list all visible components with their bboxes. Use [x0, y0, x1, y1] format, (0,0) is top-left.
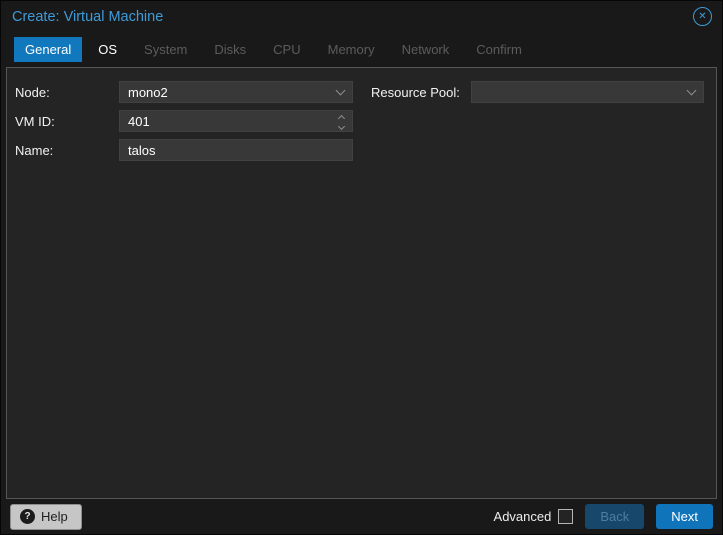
back-button[interactable]: Back — [585, 504, 644, 529]
tab-disks: Disks — [203, 37, 257, 62]
spinner-icons[interactable] — [339, 111, 344, 131]
resource-pool-row: Resource Pool: — [355, 81, 716, 103]
tab-general[interactable]: General — [14, 37, 82, 62]
resource-pool-input[interactable] — [472, 82, 703, 102]
general-form: Node: VM ID: — [7, 68, 716, 168]
name-textfield[interactable] — [119, 139, 353, 161]
dialog-title: Create: Virtual Machine — [12, 9, 163, 25]
name-input[interactable] — [120, 140, 352, 160]
chevron-down-icon[interactable] — [337, 87, 344, 94]
vmid-input[interactable] — [120, 111, 352, 131]
name-row: Name: — [7, 139, 355, 161]
node-label: Node: — [15, 85, 119, 100]
dialog-titlebar: Create: Virtual Machine ✕ — [1, 1, 722, 32]
general-panel: Node: VM ID: — [6, 67, 717, 499]
node-input[interactable] — [120, 82, 352, 102]
advanced-label: Advanced — [494, 509, 552, 524]
vmid-row: VM ID: — [7, 110, 355, 132]
tab-memory: Memory — [317, 37, 386, 62]
close-x-glyph: ✕ — [698, 12, 706, 22]
vmid-label: VM ID: — [15, 114, 119, 129]
form-left-column: Node: VM ID: — [7, 81, 355, 168]
tab-confirm: Confirm — [465, 37, 533, 62]
vmid-spinner[interactable] — [119, 110, 353, 132]
help-button-label: Help — [41, 509, 68, 524]
advanced-checkbox[interactable] — [558, 509, 573, 524]
wizard-tabbar: General OS System Disks CPU Memory Netwo… — [1, 32, 722, 67]
name-label: Name: — [15, 143, 119, 158]
help-question-glyph: ? — [24, 511, 30, 522]
create-vm-dialog: Create: Virtual Machine ✕ General OS Sys… — [0, 0, 723, 535]
node-row: Node: — [7, 81, 355, 103]
close-icon[interactable]: ✕ — [693, 7, 712, 26]
resource-pool-combobox[interactable] — [471, 81, 704, 103]
help-button[interactable]: ? Help — [10, 504, 82, 530]
spinner-down-icon[interactable] — [338, 122, 345, 129]
chevron-glyph — [336, 86, 346, 96]
next-button[interactable]: Next — [656, 504, 713, 529]
footer-actions: Advanced Back Next — [494, 504, 713, 529]
resource-pool-label: Resource Pool: — [371, 85, 471, 100]
tab-system: System — [133, 37, 198, 62]
tab-os[interactable]: OS — [87, 37, 128, 62]
tab-network: Network — [391, 37, 461, 62]
help-icon: ? — [20, 509, 35, 524]
chevron-down-icon[interactable] — [688, 87, 695, 94]
dialog-footer: ? Help Advanced Back Next — [1, 499, 722, 534]
node-combobox[interactable] — [119, 81, 353, 103]
spinner-up-icon[interactable] — [338, 114, 345, 121]
form-right-column: Resource Pool: — [355, 81, 716, 168]
chevron-glyph — [687, 86, 697, 96]
tab-cpu: CPU — [262, 37, 311, 62]
